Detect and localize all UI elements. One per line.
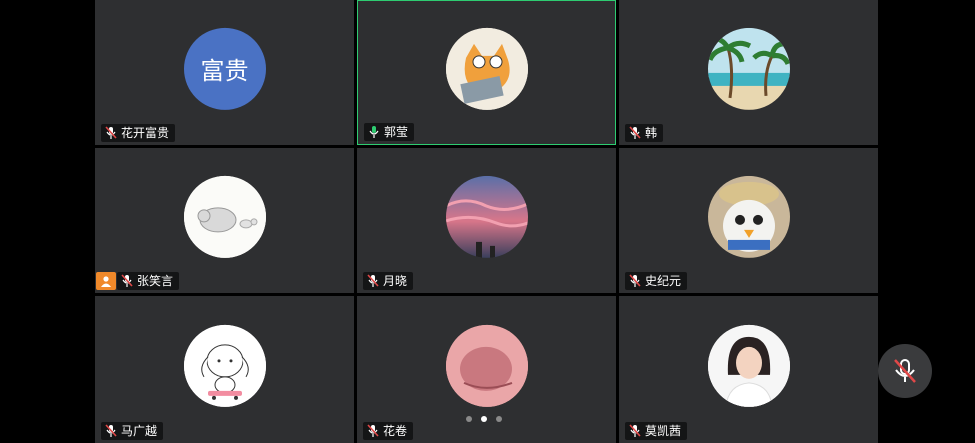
page-indicator[interactable] — [466, 416, 502, 422]
avatar — [707, 27, 790, 110]
mic-muted-icon — [629, 126, 641, 139]
participant-tile[interactable]: 郭莹 — [357, 0, 616, 145]
avatar — [445, 324, 528, 407]
participant-tile[interactable]: 史纪元 — [619, 148, 878, 293]
participant-name: 史纪元 — [645, 274, 682, 288]
page-dot-current[interactable] — [481, 416, 487, 422]
participant-label: 花开富贵 — [101, 124, 176, 142]
sunset-avatar-icon — [445, 175, 528, 258]
participant-tile[interactable]: 莫凯茜 — [619, 296, 878, 443]
participant-label: 韩 — [625, 124, 664, 142]
avatar — [183, 324, 266, 407]
participant-name: 花卷 — [383, 424, 408, 438]
participant-name: 郭莹 — [384, 125, 409, 139]
participant-name: 韩 — [645, 126, 658, 140]
mute-toggle-button[interactable] — [878, 344, 932, 398]
mic-muted-icon — [367, 424, 379, 437]
cat-avatar-icon — [445, 27, 528, 110]
participant-tile[interactable]: 富贵 花开富贵 — [95, 0, 354, 145]
pink-blob-avatar-icon — [445, 324, 528, 407]
mic-muted-icon — [894, 359, 916, 383]
participant-label: 史纪元 — [625, 272, 688, 290]
host-badge — [96, 272, 116, 290]
person-icon — [101, 276, 111, 287]
avatar-initials: 富贵 — [200, 56, 249, 85]
avatar: 富贵 — [183, 27, 266, 110]
participant-label: 张笑言 — [117, 272, 180, 290]
mic-muted-icon — [367, 274, 379, 287]
participant-tile[interactable]: 马广越 — [95, 296, 354, 443]
mic-active-icon — [369, 126, 379, 138]
participant-label: 月晓 — [363, 272, 414, 290]
participant-name: 马广越 — [121, 424, 158, 438]
mic-muted-icon — [629, 424, 641, 437]
participant-tile[interactable]: 韩 — [619, 0, 878, 145]
page-dot[interactable] — [466, 416, 472, 422]
participant-label: 花卷 — [363, 422, 414, 440]
avatar — [445, 175, 528, 258]
plush-bird-avatar-icon — [707, 175, 790, 258]
participant-label: 马广越 — [101, 422, 164, 440]
participant-label: 郭莹 — [364, 123, 415, 141]
mic-muted-icon — [105, 126, 117, 139]
participant-label: 莫凯茜 — [625, 422, 688, 440]
page-dot[interactable] — [496, 416, 502, 422]
mic-muted-icon — [105, 424, 117, 437]
participant-name: 张笑言 — [137, 274, 174, 288]
avatar — [183, 175, 266, 258]
participant-name: 花开富贵 — [121, 126, 170, 140]
participant-name: 莫凯茜 — [645, 424, 682, 438]
participant-name: 月晓 — [383, 274, 408, 288]
elephant-avatar-icon — [183, 175, 266, 258]
beach-avatar-icon — [707, 27, 790, 110]
avatar — [445, 27, 528, 110]
video-grid: 富贵 花开富贵 郭莹 韩 张笑言 月晓 史纪元 马广越 花卷 莫凯茜 — [95, 0, 880, 443]
mic-muted-icon — [121, 274, 133, 287]
portrait-avatar-icon — [707, 324, 790, 407]
avatar — [707, 175, 790, 258]
mic-muted-icon — [629, 274, 641, 287]
avatar — [707, 324, 790, 407]
bunny-avatar-icon — [183, 324, 266, 407]
participant-tile[interactable]: 张笑言 — [95, 148, 354, 293]
participant-tile[interactable]: 月晓 — [357, 148, 616, 293]
